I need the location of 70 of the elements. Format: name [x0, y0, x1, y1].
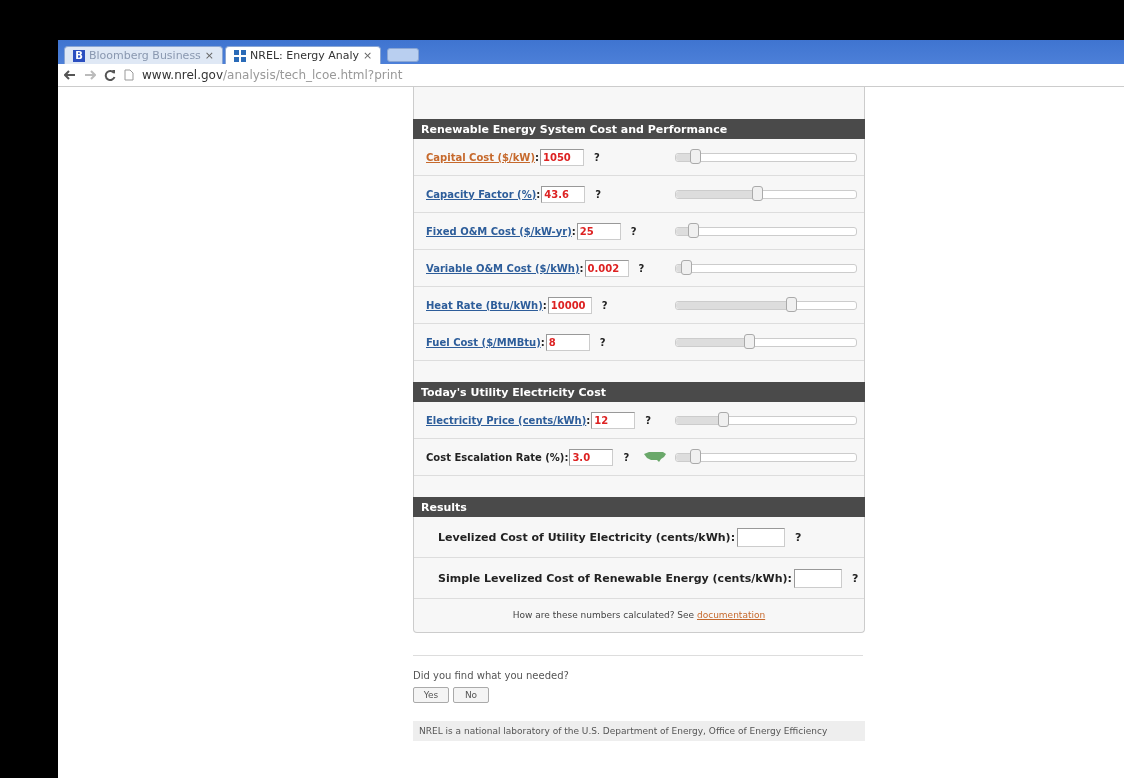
slider-thumb[interactable] — [718, 411, 730, 427]
field-label-link[interactable]: Fixed O&M Cost ($/kW-yr): — [426, 225, 576, 237]
input-field[interactable] — [737, 527, 786, 547]
input-field[interactable]: 0.002 — [584, 259, 629, 277]
input-field[interactable]: 1050 — [539, 148, 584, 166]
field-label-link[interactable]: Variable O&M Cost ($/kWh): — [426, 262, 584, 274]
map-icon[interactable] — [643, 451, 668, 463]
help-mark[interactable]: ? — [593, 151, 600, 163]
field-label: Levelized Cost of Utility Electricity (cents/kWh): — [438, 530, 736, 544]
field-label-link[interactable]: Electricity Price (cents/kWh): — [426, 414, 591, 426]
help-mark[interactable]: ? — [601, 299, 608, 311]
slider-thumb[interactable] — [743, 333, 755, 349]
help-note: How are these numbers calculated? See documentation — [511, 609, 767, 622]
close-icon[interactable]: × — [204, 49, 215, 62]
slider-track[interactable] — [675, 415, 857, 425]
feedback-button[interactable]: No — [453, 687, 489, 703]
tab-title: Bloomberg Business — [89, 49, 201, 62]
slider-thumb[interactable] — [752, 185, 764, 201]
close-icon[interactable]: × — [363, 49, 373, 62]
help-mark[interactable]: ? — [851, 571, 859, 585]
field-label-link[interactable]: Capacity Factor (%): — [426, 188, 541, 200]
help-mark[interactable]: ? — [595, 188, 602, 200]
help-mark[interactable]: ? — [630, 225, 637, 237]
slider-thumb[interactable] — [785, 296, 797, 312]
grid-icon — [234, 49, 247, 62]
documentation-link[interactable]: documentation — [697, 610, 766, 620]
address-field[interactable]: www.nrel.gov/analysis/tech_lcoe.html?print — [142, 68, 403, 82]
feedback-question: Did you find what you needed? — [413, 670, 570, 681]
input-field[interactable]: 25 — [576, 222, 621, 240]
site-icon: B — [73, 49, 85, 62]
help-mark[interactable]: ? — [623, 451, 630, 463]
field-label-link[interactable]: Capital Cost ($/kW): — [426, 151, 539, 163]
footer-text: NREL is a national laboratory of the U.S. Department of Energy, Office of Energy Efficiency — [413, 721, 865, 741]
slider-track[interactable] — [675, 226, 857, 236]
input-field[interactable]: 43.6 — [541, 185, 586, 203]
slider-thumb[interactable] — [681, 259, 693, 275]
help-mark[interactable]: ? — [795, 530, 802, 544]
field-label-link[interactable]: Fuel Cost ($/MMBtu): — [426, 336, 545, 348]
slider-track[interactable] — [675, 337, 857, 347]
field-label-link[interactable]: Heat Rate (Btu/kWh): — [426, 299, 547, 311]
input-field[interactable]: 3.0 — [569, 448, 614, 466]
browser-tab[interactable]: B Bloomberg Business × — [64, 46, 224, 64]
feedback-button[interactable]: Yes — [413, 687, 449, 703]
field-label: Simple Levelized Cost of Renewable Energy (cents/kWh): — [438, 571, 792, 585]
browser-tab[interactable]: NREL: Energy Analy × — [225, 46, 382, 64]
section-header: Today's Utility Electricity Cost — [413, 382, 865, 402]
back-icon[interactable] — [64, 70, 76, 80]
help-mark[interactable]: ? — [638, 262, 645, 274]
help-mark[interactable]: ? — [599, 336, 606, 348]
input-field[interactable]: 10000 — [547, 296, 592, 314]
help-mark[interactable]: ? — [645, 414, 652, 426]
page-icon — [124, 69, 134, 81]
slider-track[interactable] — [675, 189, 857, 199]
new-tab-button[interactable] — [387, 48, 420, 62]
field-label: Cost Escalation Rate (%): — [426, 451, 569, 463]
section-header: Renewable Energy System Cost and Performance — [413, 119, 865, 139]
forward-icon[interactable] — [84, 70, 96, 80]
reload-icon[interactable] — [104, 69, 116, 81]
slider-thumb[interactable] — [687, 222, 699, 238]
input-field[interactable]: 12 — [591, 411, 636, 429]
slider-track[interactable] — [675, 152, 857, 162]
slider-thumb[interactable] — [689, 148, 701, 164]
slider-track[interactable] — [675, 263, 857, 273]
tab-title: NREL: Energy Analy — [250, 49, 360, 62]
slider-thumb[interactable] — [689, 448, 701, 464]
slider-track[interactable] — [675, 300, 857, 310]
input-field[interactable] — [793, 568, 842, 588]
section-header: Results — [413, 497, 865, 517]
input-field[interactable]: 8 — [545, 333, 590, 351]
slider-track[interactable] — [675, 452, 857, 462]
